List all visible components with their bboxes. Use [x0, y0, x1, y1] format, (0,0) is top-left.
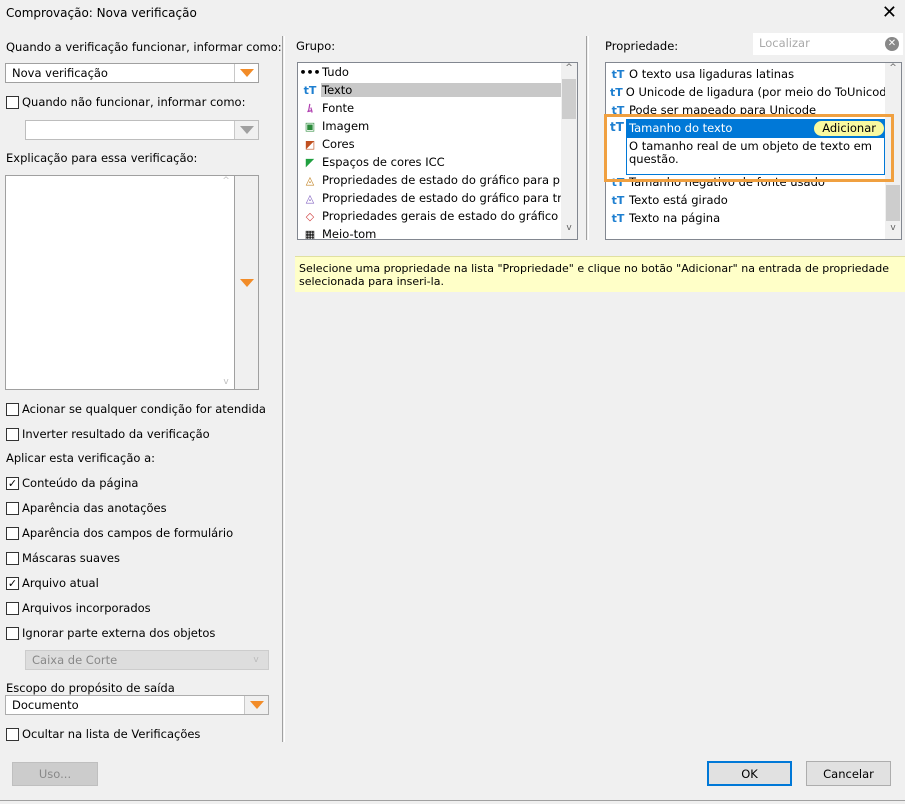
- chevron-down-icon: [249, 701, 264, 709]
- text-icon: tT: [610, 120, 624, 134]
- explanation-label: Explicação para essa verificação:: [6, 151, 198, 165]
- explanation-textarea[interactable]: ^ v: [5, 175, 259, 390]
- property-item[interactable]: tT O texto usa ligaduras latinas: [606, 65, 901, 83]
- property-item[interactable]: tT Texto está girado: [606, 191, 901, 209]
- text-icon: tT: [611, 67, 625, 81]
- property-label: Propriedade:: [605, 39, 679, 53]
- group-item[interactable]: ◬ Propriedades de estado do gráfico para …: [298, 189, 577, 207]
- property-description: O tamanho real de um objeto de texto em …: [629, 139, 872, 166]
- apply-checkbox[interactable]: Arquivos incorporados: [6, 601, 151, 615]
- scrollbar[interactable]: ^ v: [218, 176, 234, 389]
- group-item[interactable]: ••• Tudo: [298, 63, 577, 81]
- text-icon: tT: [303, 83, 317, 97]
- divider: [586, 36, 589, 240]
- property-item[interactable]: tT Texto na página: [606, 209, 901, 227]
- highlight-frame: tT Tamanho do texto Adicionar O tamanho …: [604, 114, 894, 182]
- chevron-down-icon: [239, 126, 254, 134]
- group-item[interactable]: ﾑ Fonte: [298, 99, 577, 117]
- search-input[interactable]: Localizar ✕: [753, 33, 903, 55]
- any-condition-checkbox[interactable]: Acionar se qualquer condição for atendid…: [6, 402, 266, 416]
- apply-checkbox[interactable]: Máscaras suaves: [6, 551, 120, 565]
- group-item[interactable]: ◬ Propriedades de estado do gráfico para …: [298, 171, 577, 189]
- group-item[interactable]: tT Texto: [298, 81, 577, 99]
- fail-dropdown[interactable]: [25, 120, 259, 140]
- apply-checkbox[interactable]: ✓ Arquivo atual: [6, 576, 99, 590]
- apply-checkbox[interactable]: ✓ Conteúdo da página: [6, 476, 138, 490]
- report-label: Quando a verificação funcionar, informar…: [6, 40, 282, 54]
- scrollbar[interactable]: ^ v: [561, 63, 577, 239]
- apply-checkbox[interactable]: Aparência dos campos de formulário: [6, 526, 233, 540]
- usage-button[interactable]: Uso...: [12, 762, 98, 786]
- clear-icon[interactable]: ✕: [885, 37, 899, 51]
- group-list[interactable]: ••• Tudo tT Texto ﾑ Fonte ▣ Imagem ◩ Cores ◤ Espaço…: [297, 62, 578, 240]
- selected-property[interactable]: Tamanho do texto Adicionar O tamanho rea…: [626, 119, 885, 175]
- scope-label: Escopo do propósito de saída: [6, 681, 175, 695]
- group-item[interactable]: ▦ Meio-tom: [298, 225, 577, 240]
- fill-state-icon: ◬: [305, 173, 315, 187]
- icc-icon: ◤: [305, 155, 315, 169]
- apply-label: Aplicar esta verificação a:: [6, 451, 155, 465]
- text-icon: tT: [611, 193, 625, 207]
- group-item[interactable]: ◤ Espaços de cores ICC: [298, 153, 577, 171]
- group-item[interactable]: ◇ Propriedades gerais de estado do gráfic…: [298, 207, 577, 225]
- ellipsis-icon: •••: [299, 65, 321, 79]
- add-button[interactable]: Adicionar: [814, 121, 884, 136]
- graphic-state-icon: ◇: [305, 209, 315, 223]
- text-icon: tT: [611, 211, 625, 225]
- close-icon[interactable]: ✕: [882, 2, 897, 23]
- info-bar: Selecione uma propriedade na lista "Prop…: [295, 256, 905, 292]
- scope-dropdown[interactable]: Documento: [5, 695, 269, 715]
- halftone-icon: ▦: [304, 227, 316, 240]
- group-item[interactable]: ▣ Imagem: [298, 117, 577, 135]
- font-icon: ﾑ: [307, 102, 313, 115]
- cancel-button[interactable]: Cancelar: [806, 761, 891, 786]
- chevron-down-icon[interactable]: [239, 278, 254, 287]
- colors-icon: ◩: [304, 137, 316, 151]
- chevron-down-icon: [239, 69, 254, 77]
- apply-checkbox[interactable]: Ignorar parte externa dos objetos: [6, 626, 215, 640]
- ok-button[interactable]: OK: [707, 761, 792, 786]
- invert-result-checkbox[interactable]: Inverter resultado da verificação: [6, 427, 210, 441]
- report-dropdown[interactable]: Nova verificação: [5, 63, 259, 83]
- report-value: Nova verificação: [12, 66, 108, 80]
- box-dropdown[interactable]: Caixa de Corte v: [25, 650, 269, 670]
- group-label: Grupo:: [296, 39, 336, 53]
- group-item[interactable]: ◩ Cores: [298, 135, 577, 153]
- divider: [282, 36, 285, 742]
- hide-checkbox[interactable]: Ocultar na lista de Verificações: [6, 727, 200, 741]
- fail-checkbox[interactable]: Quando não funcionar, informar como:: [6, 95, 245, 109]
- chevron-down-icon: v: [253, 655, 259, 665]
- window-title: Comprovação: Nova verificação: [6, 6, 197, 20]
- text-icon: tT: [610, 85, 623, 99]
- property-item[interactable]: tT O Unicode de ligadura (por meio do ToU…: [606, 83, 901, 101]
- stroke-state-icon: ◬: [305, 191, 315, 205]
- apply-checkbox[interactable]: Aparência das anotações: [6, 501, 167, 515]
- image-icon: ▣: [304, 119, 316, 133]
